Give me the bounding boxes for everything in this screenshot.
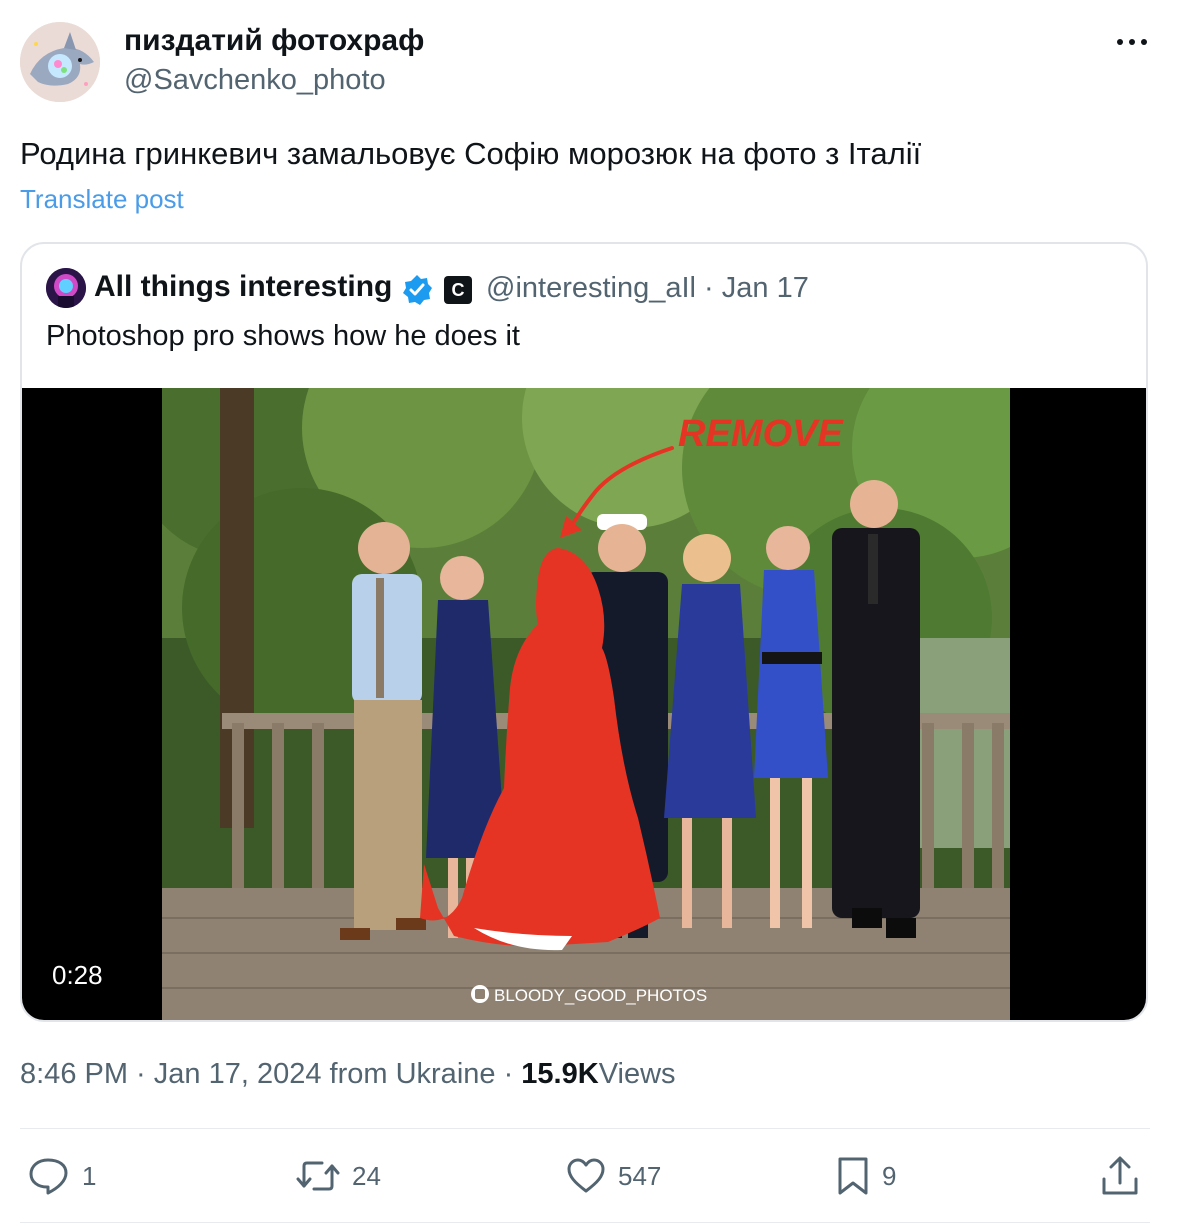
quoted-post-text: Photoshop pro shows how he does it <box>46 320 520 352</box>
remove-annotation: REMOVE <box>678 413 844 455</box>
heart-icon <box>567 1158 605 1193</box>
share-icon <box>1102 1156 1138 1195</box>
post-time-date[interactable]: 8:46 PM · Jan 17, 2024 from Ukraine · <box>20 1058 521 1090</box>
views-count: 15.9K <box>521 1058 599 1090</box>
reply-button[interactable]: 1 <box>28 1152 96 1200</box>
reply-count: 1 <box>82 1160 97 1191</box>
repost-count: 24 <box>352 1160 381 1191</box>
divider <box>20 1222 1150 1223</box>
translate-post-link[interactable]: Translate post <box>20 184 184 215</box>
quoted-post-card[interactable]: All things interesting C @interesting_aI… <box>20 242 1148 1022</box>
quoted-author-display-name[interactable]: All things interesting <box>94 270 392 304</box>
post-timestamp-views: 8:46 PM · Jan 17, 2024 from Ukraine · 15… <box>20 1058 676 1091</box>
share-button[interactable] <box>1100 1152 1140 1200</box>
like-count: 547 <box>618 1160 662 1191</box>
bookmark-count: 9 <box>882 1160 897 1191</box>
author-handle[interactable]: @Savchenko_photo <box>124 64 386 97</box>
repost-button[interactable]: 24 <box>296 1152 381 1200</box>
like-button[interactable]: 547 <box>566 1152 661 1200</box>
views-label: Views <box>598 1058 676 1090</box>
repost-icon <box>296 1161 340 1191</box>
author-display-name[interactable]: пиздатий фотохраф <box>124 24 424 58</box>
bookmark-icon <box>838 1157 868 1195</box>
affiliate-badge-icon: C <box>444 276 472 304</box>
divider <box>20 1128 1150 1129</box>
author-avatar[interactable] <box>20 22 100 102</box>
video-thumbnail[interactable]: REMOVE BLOODY_GOOD_PHOTOS <box>162 388 1010 1020</box>
photo-watermark: BLOODY_GOOD_PHOTOS <box>494 986 707 1005</box>
video-player[interactable]: REMOVE BLOODY_GOOD_PHOTOS 0:28 <box>22 388 1146 1020</box>
more-options-icon[interactable] <box>1112 26 1152 58</box>
reply-icon <box>29 1158 68 1195</box>
bookmark-button[interactable]: 9 <box>836 1152 896 1200</box>
quoted-handle-date[interactable]: @interesting_aIl · Jan 17 <box>486 272 809 305</box>
quoted-author-avatar[interactable] <box>46 268 86 308</box>
post-text: Родина гринкевич замальовує Софію морозю… <box>20 136 922 171</box>
video-duration: 0:28 <box>52 960 103 990</box>
verified-badge-icon <box>400 273 434 307</box>
